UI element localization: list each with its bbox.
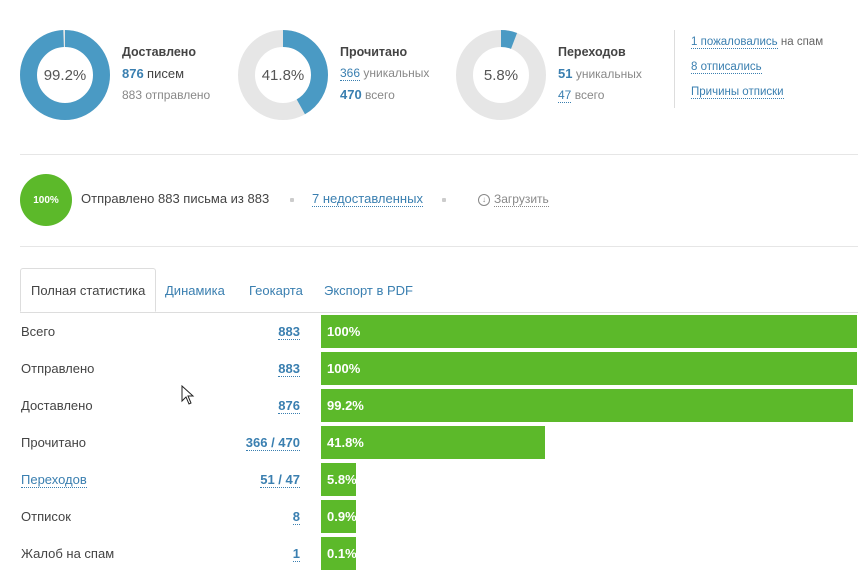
sending-status-row: 100% Отправлено 883 письма из 883 7 недо… bbox=[20, 174, 858, 226]
divider-top bbox=[20, 154, 858, 155]
table-row: Переходов 51 / 47 5.8% bbox=[20, 462, 858, 499]
unsubscribe-reasons-link[interactable]: Причины отписки bbox=[691, 86, 784, 99]
row-label: Доставлено bbox=[21, 398, 93, 413]
read-total-unit: всего bbox=[365, 88, 395, 102]
bar-track: 100% bbox=[321, 315, 857, 348]
bar-track: 99.2% bbox=[321, 389, 857, 422]
read-details: Прочитано 366 уникальных 470 всего bbox=[340, 42, 429, 106]
row-label: Всего bbox=[21, 324, 56, 339]
download-button[interactable]: ↓ Загрузить bbox=[478, 192, 549, 207]
table-row: Всего 883 100% bbox=[20, 314, 858, 351]
tab-geomap[interactable]: Геокарта bbox=[239, 268, 313, 312]
undelivered-link[interactable]: 7 недоставленных bbox=[312, 191, 423, 207]
mouse-cursor-icon bbox=[181, 385, 195, 405]
unsubscribed-link[interactable]: 8 отписались bbox=[691, 61, 762, 74]
row-label-link[interactable]: Переходов bbox=[21, 472, 87, 488]
separator-dot bbox=[442, 198, 446, 202]
stats-tabs: Полная статистика Динамика Геокарта Эксп… bbox=[20, 268, 858, 313]
table-row: Отписок 8 0.9% bbox=[20, 499, 858, 536]
clicks-total-count[interactable]: 47 bbox=[558, 88, 572, 103]
row-value[interactable]: 883 bbox=[278, 324, 300, 340]
read-unique-unit: уникальных bbox=[363, 66, 430, 80]
clicks-donut-chart: 5.8% bbox=[456, 30, 546, 120]
read-unique-count[interactable]: 366 bbox=[340, 66, 361, 81]
clicks-total-unit: всего bbox=[574, 88, 605, 102]
tab-dynamics[interactable]: Динамика bbox=[155, 268, 235, 312]
download-icon: ↓ bbox=[478, 193, 490, 206]
row-value[interactable]: 1 bbox=[292, 546, 300, 562]
progress-bar: 100% bbox=[321, 352, 857, 385]
progress-bar: 99.2% bbox=[321, 389, 853, 422]
divider-middle bbox=[20, 246, 858, 247]
download-label: Загрузить bbox=[494, 192, 549, 207]
row-value[interactable]: 876 bbox=[278, 398, 300, 414]
tab-full-stats[interactable]: Полная статистика bbox=[20, 268, 157, 312]
read-title: Прочитано bbox=[340, 45, 408, 59]
clicks-unique-unit: уникальных bbox=[575, 67, 642, 81]
spam-complaints-suffix: на спам bbox=[780, 36, 824, 48]
delivered-count: 876 bbox=[122, 66, 144, 81]
table-row: Прочитано 366 / 470 41.8% bbox=[20, 425, 858, 462]
clicks-title: Переходов bbox=[558, 45, 626, 59]
progress-bar: 100% bbox=[321, 315, 857, 348]
delivered-donut-chart: 99.2% bbox=[20, 30, 110, 120]
bar-track: 0.1% bbox=[321, 537, 857, 570]
delivered-percent: 99.2% bbox=[43, 66, 87, 84]
row-value[interactable]: 883 bbox=[278, 361, 300, 377]
bar-track: 0.9% bbox=[321, 500, 857, 533]
spam-complaints-link[interactable]: 1 пожаловались bbox=[691, 36, 778, 49]
progress-bar: 0.9% bbox=[321, 500, 356, 533]
bar-track: 100% bbox=[321, 352, 857, 385]
read-total-count: 470 bbox=[340, 87, 362, 102]
progress-bar: 41.8% bbox=[321, 426, 546, 459]
clicks-details: Переходов 51 уникальных 47 всего bbox=[558, 42, 642, 106]
feedback-links: 1 пожаловались на спам 8 отписались Прич… bbox=[674, 30, 823, 108]
row-value[interactable]: 8 bbox=[292, 509, 300, 525]
row-value[interactable]: 51 / 47 bbox=[260, 472, 300, 488]
row-label: Жалоб на спам bbox=[21, 546, 115, 561]
row-label: Отписок bbox=[21, 509, 71, 524]
delivered-details: Доставлено 876 писем 883 отправлено bbox=[122, 42, 210, 106]
table-row: Жалоб на спам 1 0.1% bbox=[20, 536, 858, 573]
tab-export-pdf[interactable]: Экспорт в PDF bbox=[314, 268, 423, 312]
bar-track: 5.8% bbox=[321, 463, 857, 496]
read-percent: 41.8% bbox=[261, 66, 305, 84]
clicks-unique-count: 51 bbox=[558, 66, 573, 81]
row-label: Отправлено bbox=[21, 361, 95, 376]
row-label: Прочитано bbox=[21, 435, 86, 450]
table-row: Доставлено 876 99.2% bbox=[20, 388, 858, 425]
delivered-count-unit: писем bbox=[147, 66, 185, 81]
undelivered-link-wrap: 7 недоставленных bbox=[312, 191, 423, 207]
bar-track: 41.8% bbox=[321, 426, 857, 459]
clicks-percent: 5.8% bbox=[483, 66, 519, 84]
row-value[interactable]: 366 / 470 bbox=[245, 435, 300, 451]
summary-panel: 99.2% Доставлено 876 писем 883 отправлен… bbox=[0, 0, 868, 155]
delivered-title: Доставлено bbox=[122, 45, 196, 59]
separator-dot bbox=[290, 198, 294, 202]
table-row: Отправлено 883 100% bbox=[20, 351, 858, 388]
read-donut-chart: 41.8% bbox=[238, 30, 328, 120]
progress-bar: 5.8% bbox=[321, 463, 356, 496]
delivered-sent-text: 883 отправлено bbox=[122, 88, 211, 102]
progress-bar: 0.1% bbox=[321, 537, 356, 570]
sending-progress-badge: 100% bbox=[20, 174, 72, 226]
sending-status-text: Отправлено 883 письма из 883 bbox=[81, 191, 270, 206]
